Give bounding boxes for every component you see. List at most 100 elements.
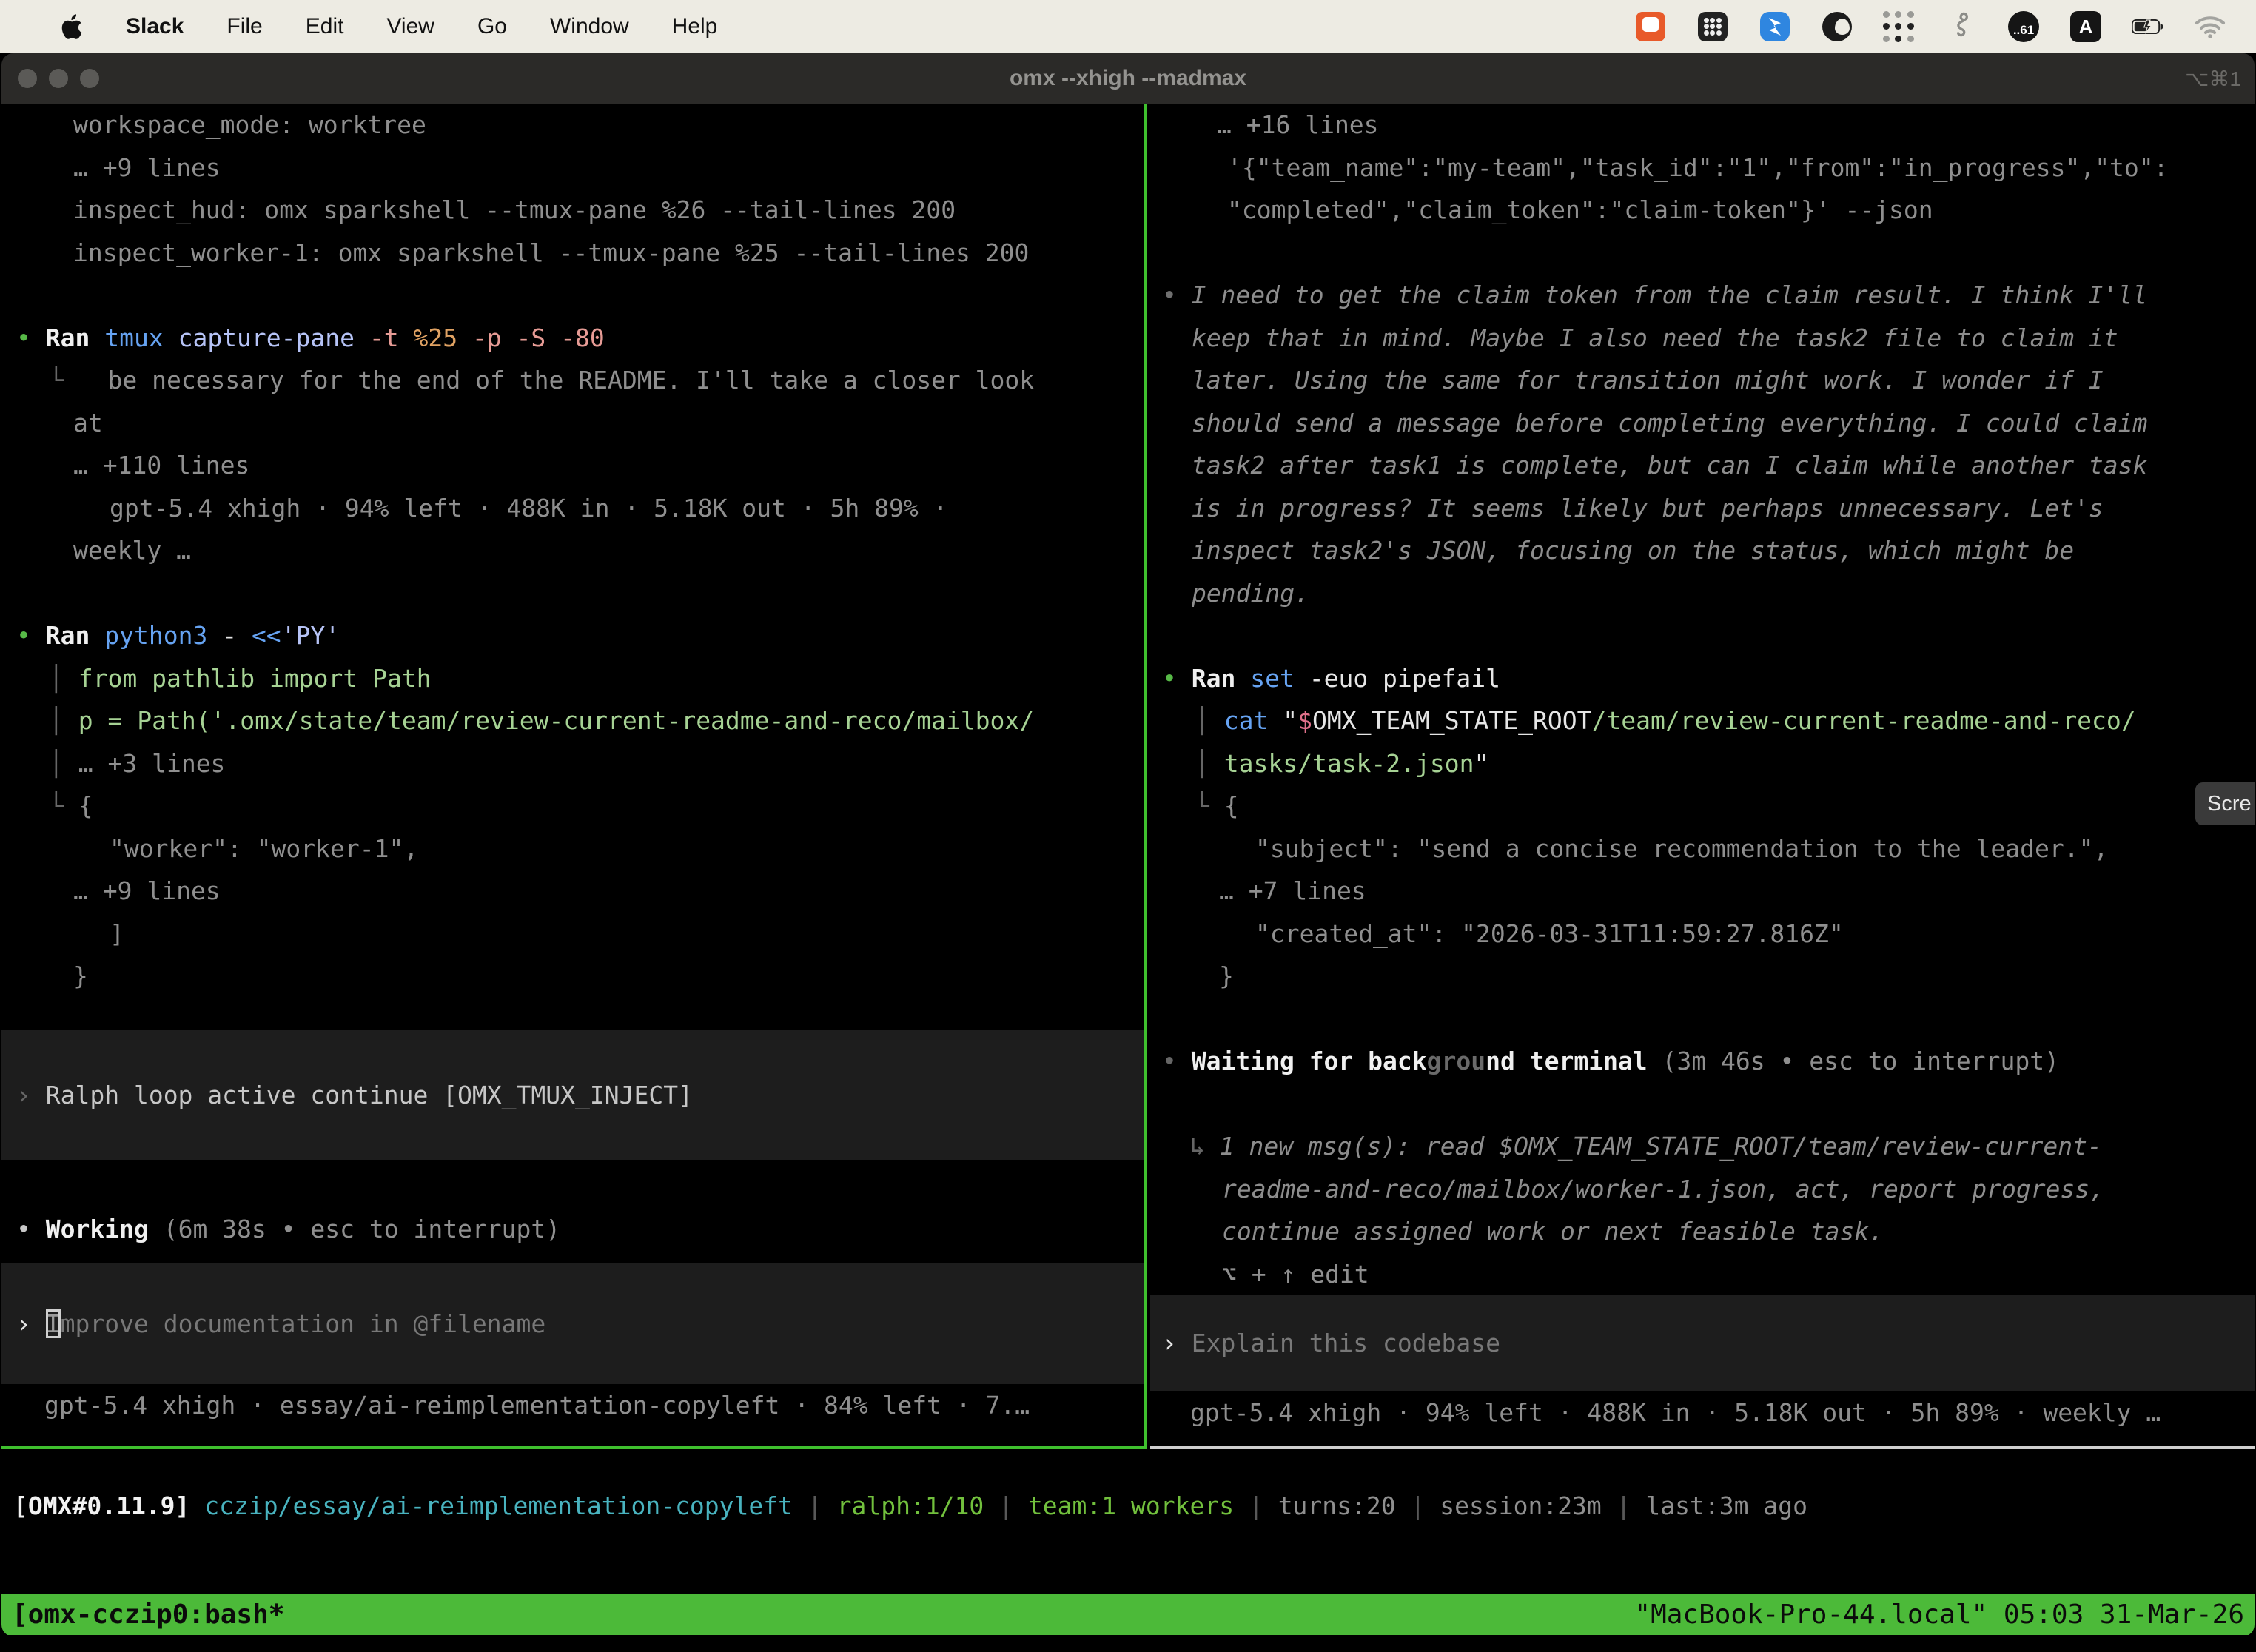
text-segment: inspect_hud: omx sparkshell --tmux-pane … [73,195,956,224]
separator: | [1602,1491,1646,1520]
terminal-line: } [1,955,1144,998]
blue-app-icon[interactable] [1759,10,1791,43]
omx-last: last:3m ago [1645,1491,1807,1520]
text-segment: { [78,791,93,820]
text-segment: gpt-5.4 xhigh · 94% left · 488K in · 5.1… [110,494,947,523]
text-segment: "created_at": "2026-03-31T11:59:27.816Z" [1255,919,1844,948]
text-segment: … +110 lines [73,451,249,480]
text-segment: '{"team_name":"my-team","task_id":"1","f… [1227,153,2169,182]
thinking-text: • I need to get the claim token from the… [1150,274,2255,614]
macos-menu-bar: Slack File Edit View Go Window Help ..61… [0,0,2256,53]
menu-item-window[interactable]: Window [550,14,629,39]
waiting-status: • Waiting for background terminal (3m 46… [1150,1040,2255,1083]
input-source-icon[interactable]: A [2069,10,2102,43]
text-segment: is in progress? It seems likely but perh… [1192,494,2104,523]
text-segment: tasks/task-2.json [1224,749,1474,778]
wifi-icon[interactable] [2194,10,2226,43]
text-segment: readme-and-reco/mailbox/worker-1.json, a… [1222,1175,2104,1203]
text-segment: Ran [1192,664,1250,693]
text-segment: << [252,621,281,650]
left-terminal-pane[interactable]: workspace_mode: worktree… +9 linesinspec… [1,104,1147,1449]
terminal-line: continue assigned work or next feasible … [1150,1210,2255,1253]
prompt-input-left[interactable]: › Improve documentation in @filename [1,1263,1144,1385]
terminal-line: • Ran tmux capture-pane -t %25 -p -S -80 [1,317,1144,360]
terminal-line: '{"team_name":"my-team","task_id":"1","f… [1150,147,2255,189]
text-segment: keep that in mind. Maybe I also need the… [1192,323,2118,352]
terminal-line: │ from pathlib import Path [1,657,1144,700]
menu-item-edit[interactable]: Edit [306,14,344,39]
tmux-session-name[interactable]: [omx-cczip0:bash* [12,1599,284,1630]
text-segment: $ [1297,706,1312,735]
terminal-line: ] [1,913,1144,956]
text-segment: nd terminal [1485,1047,1662,1075]
pane-status-line: gpt-5.4 xhigh · 94% left · 488K in · 5.1… [1150,1391,2255,1434]
omx-ralph: ralph:1/10 [837,1491,984,1520]
tool-call-python: • Ran python3 - <<'PY' │ from pathlib imp… [1,614,1144,998]
ralph-loop-band: › Ralph loop active continue [OMX_TMUX_I… [1,1030,1144,1161]
text-segment: inspect task2's JSON, focusing on the st… [1192,536,2074,565]
right-terminal-pane[interactable]: … +16 lines '{"team_name":"my-team","task… [1150,104,2255,1449]
terminal-line: • Waiting for background terminal (3m 46… [1150,1040,2255,1083]
text-segment: task2 after task1 is complete, but can I… [1192,451,2147,480]
text-segment: • [1162,1047,1192,1075]
text-segment: └ [1195,791,1224,820]
text-segment: gpt-5.4 xhigh · 94% left · 488K in · 5.1… [1190,1398,2161,1427]
terminal-line: • Ran set -euo pipefail [1150,657,2255,700]
menu-item-view[interactable]: View [386,14,434,39]
figure-icon[interactable] [1945,10,1978,43]
badge-61-icon[interactable]: ..61 [2007,10,2040,43]
menu-item-go[interactable]: Go [477,14,507,39]
text-segment: • [16,323,46,352]
text-segment: └ [49,791,78,820]
zoom-window-button[interactable] [80,69,99,88]
screen: Slack File Edit View Go Window Help ..61… [0,0,2256,1652]
terminal-line[interactable]: › Improve documentation in @filename [1,1303,1144,1346]
active-app-menu[interactable]: Slack [126,14,184,39]
terminal-line: "subject": "send a concise recommendatio… [1150,827,2255,870]
text-segment: › [16,1081,46,1109]
screen-tooltip: Scre [2195,782,2255,825]
text-segment: continue assigned work or next feasible … [1222,1217,1884,1246]
apple-menu-icon[interactable] [58,12,83,41]
text-segment: … +16 lines [1217,110,1379,139]
terminal-line: pending. [1150,572,2255,615]
text-segment: 1 new msg(s): read $OMX_TEAM_STATE_ROOT/… [1220,1132,2102,1161]
omx-session: session:23m [1440,1491,1602,1520]
terminal-line[interactable]: › Explain this codebase [1150,1322,2255,1365]
window-title-bar[interactable]: omx --xhigh --madmax ⌥⌘1 [1,53,2255,104]
text-segment: … +9 lines [73,876,221,905]
terminal-line: keep that in mind. Maybe I also need the… [1150,317,2255,360]
screen-recording-icon[interactable] [1634,10,1667,43]
prompt-input-right[interactable]: › Explain this codebase [1150,1295,2255,1391]
keyboard-grid-icon[interactable] [1696,10,1729,43]
pane-status-line: gpt-5.4 xhigh · essay/ai-reimplementatio… [1,1384,1144,1427]
blank-line [1,572,1144,615]
text-segment: /team/review-current-readme-and-reco/ [1591,706,2135,735]
text-segment: inspect_worker-1: omx sparkshell --tmux-… [73,238,1029,267]
menu-item-help[interactable]: Help [672,14,718,39]
text-segment: - [222,621,252,650]
text-segment: Ran [46,621,104,650]
minimize-window-button[interactable] [49,69,68,88]
dark-circle-icon[interactable] [1821,10,1853,43]
text-segment: │ [49,664,78,693]
tmux-host-and-time: "MacBook-Pro-44.local" 05:03 31-Mar-26 [1634,1599,2244,1630]
text-segment: gpt-5.4 xhigh · essay/ai-reimplementatio… [44,1391,1030,1420]
text-segment: • [1162,281,1192,309]
terminal-line: "completed","claim_token":"claim-token"}… [1150,189,2255,232]
text-segment: python3 [104,621,222,650]
battery-icon[interactable] [2132,10,2164,43]
blank-line [1,274,1144,317]
text-segment: … +7 lines [1219,876,1366,905]
menu-item-file[interactable]: File [226,14,262,39]
text-segment: 'PY' [281,621,340,650]
terminal-line: └ { [1150,785,2255,827]
text-segment: Working [46,1215,164,1243]
text-segment: from pathlib import Path [78,664,432,693]
text-segment: -euo pipefail [1309,664,1500,693]
dots-grid-icon[interactable] [1883,10,1916,43]
close-window-button[interactable] [18,69,37,88]
terminal-line: ↳ 1 new msg(s): read $OMX_TEAM_STATE_ROO… [1150,1125,2255,1168]
text-segment: Ran [46,323,104,352]
text-segment: • [16,621,46,650]
